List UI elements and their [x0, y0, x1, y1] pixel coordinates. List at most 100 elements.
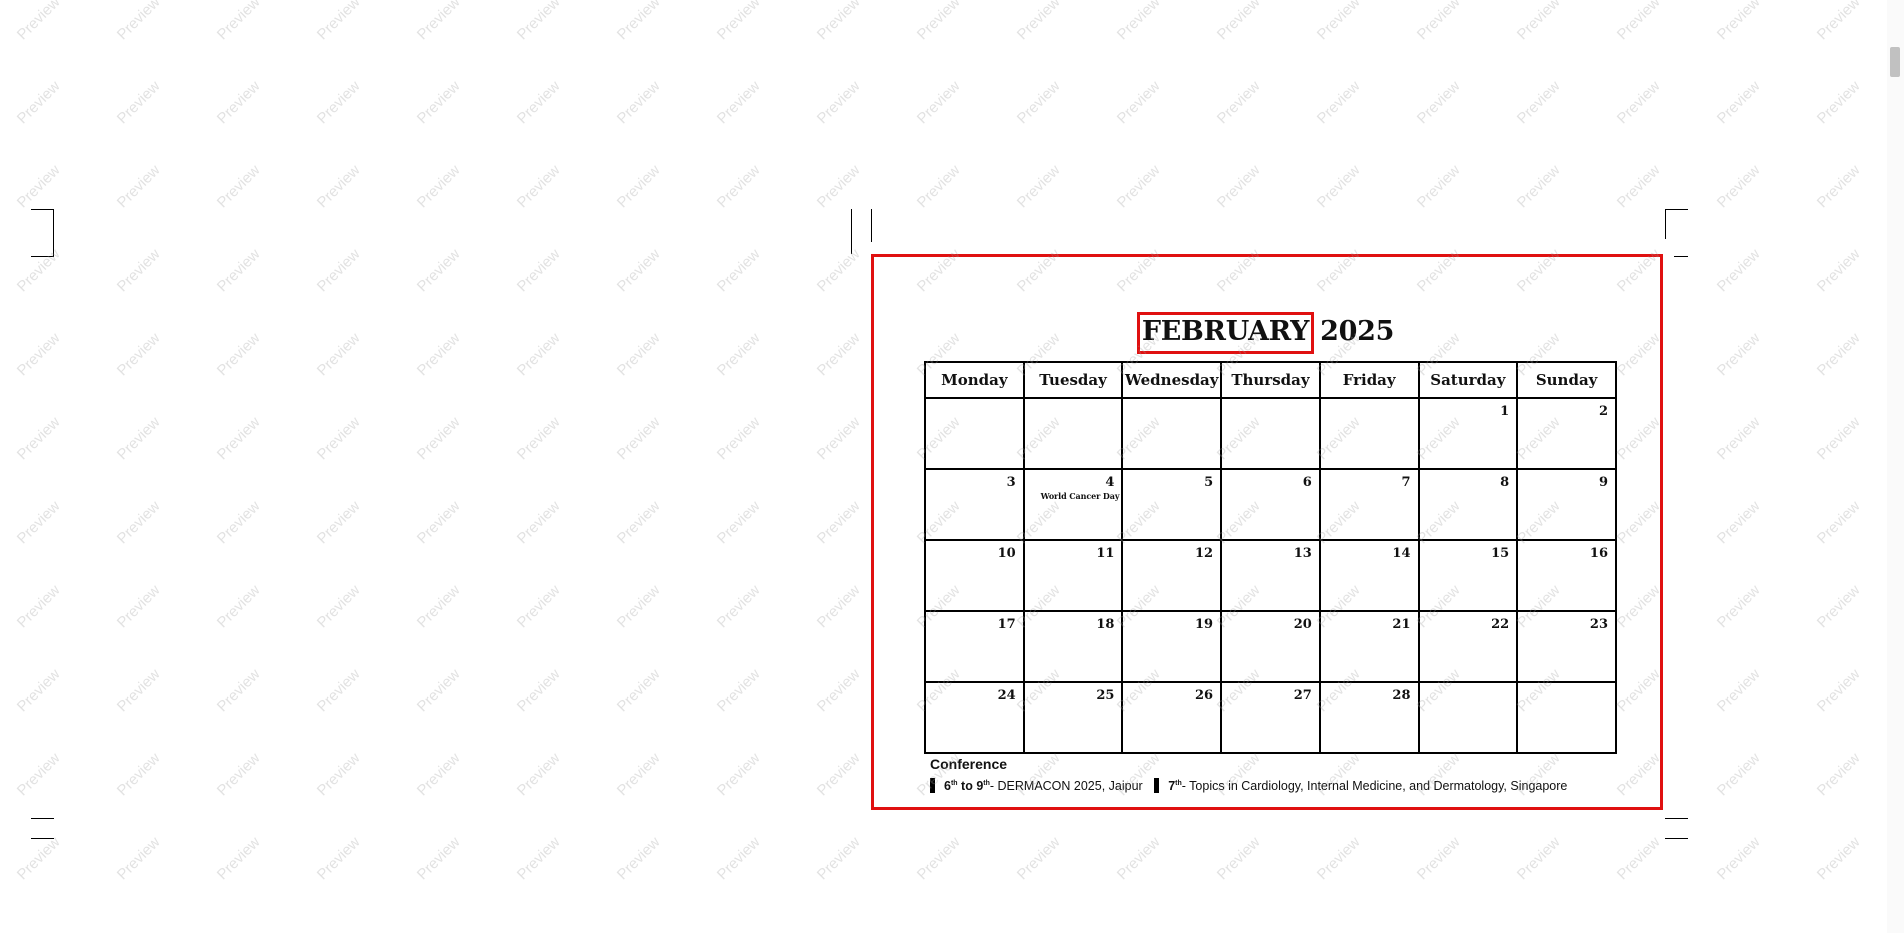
- crop-mark: [1665, 209, 1666, 239]
- calendar-empty-cell: [924, 397, 1025, 470]
- calendar-day-cell: 10: [924, 539, 1025, 612]
- bullet-bar: [930, 778, 935, 793]
- day-number: 28: [1392, 688, 1411, 703]
- calendar-day-cell: 1: [1417, 397, 1519, 470]
- day-number: 2: [1598, 404, 1608, 419]
- conference-heading: Conference: [930, 756, 1008, 772]
- calendar-day-cell: 23: [1516, 610, 1617, 683]
- calendar-week-row: 24 25 26 27 28: [924, 681, 1617, 754]
- scrollbar-thumb[interactable]: [1890, 47, 1900, 77]
- calendar-empty-cell: [1220, 397, 1321, 470]
- conference-item: 6th to 9th- DERMACON 2025, Jaipur: [930, 778, 1146, 793]
- crop-mark: [1665, 818, 1688, 819]
- calendar-body: 1 2 3 4 World Cancer Day 5 6 7 8 9 10 11 12 13 14 15 16 1…: [924, 397, 1617, 754]
- calendar-day-cell: 13: [1220, 539, 1321, 612]
- calendar-empty-cell: [1417, 681, 1519, 754]
- day-number: 24: [997, 688, 1016, 703]
- bullet-bar: [1154, 778, 1160, 793]
- conference-text: - DERMACON 2025, Jaipur: [989, 779, 1143, 793]
- weekday-header: Tuesday: [1022, 361, 1124, 399]
- calendar-day-cell: 28: [1318, 681, 1420, 754]
- day-number: 14: [1392, 546, 1411, 561]
- calendar-day-cell: 24: [924, 681, 1025, 754]
- day-number: 4: [1105, 475, 1115, 490]
- crop-mark: [1665, 209, 1688, 210]
- calendar-day-cell: 11: [1022, 539, 1124, 612]
- calendar-day-cell: 14: [1318, 539, 1420, 612]
- calendar-day-cell: 4 World Cancer Day: [1022, 468, 1124, 541]
- calendar-day-cell: 18: [1022, 610, 1124, 683]
- calendar-month: FEBRUARY: [1136, 312, 1315, 354]
- weekday-header: Thursday: [1220, 361, 1321, 399]
- calendar-title: FEBRUARY 2025: [874, 312, 1660, 354]
- crop-mark: [53, 233, 54, 257]
- day-number: 8: [1500, 475, 1510, 490]
- weekday-header: Friday: [1318, 361, 1420, 399]
- crop-mark: [31, 818, 54, 819]
- calendar-empty-cell: [1121, 397, 1223, 470]
- crop-mark: [53, 209, 54, 233]
- crop-mark: [31, 209, 54, 210]
- crop-mark: [31, 256, 54, 257]
- calendar-day-cell: 7: [1318, 468, 1420, 541]
- day-event-label: World Cancer Day: [1040, 491, 1120, 501]
- calendar-day-cell: 2: [1516, 397, 1617, 470]
- conference-date: 6th to 9th: [944, 779, 990, 793]
- conference-item: 7th- Topics in Cardiology, Internal Medi…: [1154, 778, 1568, 793]
- day-number: 11: [1096, 546, 1115, 561]
- day-number: 9: [1598, 475, 1608, 490]
- calendar-day-cell: 16: [1516, 539, 1617, 612]
- day-number: 18: [1096, 617, 1115, 632]
- vertical-scrollbar[interactable]: [1887, 0, 1904, 933]
- day-number: 6: [1302, 475, 1312, 490]
- day-number: 10: [997, 546, 1016, 561]
- day-number: 26: [1195, 688, 1214, 703]
- calendar-day-cell: 25: [1022, 681, 1124, 754]
- calendar-frame: FEBRUARY 2025 Monday Tuesday Wednesday T…: [871, 254, 1663, 810]
- calendar-day-cell: 9: [1516, 468, 1617, 541]
- crop-mark: [851, 209, 852, 254]
- conference-text: - Topics in Cardiology, Internal Medicin…: [1181, 779, 1568, 793]
- calendar-day-cell: 6: [1220, 468, 1321, 541]
- weekday-header-row: Monday Tuesday Wednesday Thursday Friday…: [924, 361, 1617, 399]
- conference-date: 7th: [1168, 779, 1182, 793]
- calendar-day-cell: 15: [1417, 539, 1519, 612]
- weekday-header: Monday: [924, 361, 1025, 399]
- day-number: 5: [1204, 475, 1214, 490]
- calendar-day-cell: 26: [1121, 681, 1223, 754]
- day-number: 20: [1293, 617, 1312, 632]
- day-number: 23: [1589, 617, 1608, 632]
- calendar-day-cell: 21: [1318, 610, 1420, 683]
- day-number: 17: [997, 617, 1016, 632]
- calendar-week-row: 12: [924, 397, 1617, 470]
- day-number: 16: [1589, 546, 1608, 561]
- day-number: 22: [1491, 617, 1510, 632]
- day-number: 27: [1293, 688, 1312, 703]
- crop-mark: [1665, 838, 1688, 839]
- crop-mark: [871, 209, 872, 242]
- calendar-day-cell: 19: [1121, 610, 1223, 683]
- calendar-day-cell: 12: [1121, 539, 1223, 612]
- day-number: 21: [1392, 617, 1411, 632]
- calendar-day-cell: 20: [1220, 610, 1321, 683]
- day-number: 12: [1195, 546, 1214, 561]
- conference-list: 6th to 9th- DERMACON 2025, Jaipur 7th- T…: [930, 778, 1575, 793]
- day-number: 3: [1006, 475, 1016, 490]
- day-number: 15: [1491, 546, 1510, 561]
- weekday-header: Saturday: [1417, 361, 1519, 399]
- day-number: 19: [1195, 617, 1214, 632]
- day-number: 25: [1096, 688, 1115, 703]
- day-number: 1: [1500, 404, 1510, 419]
- calendar-day-cell: 22: [1417, 610, 1519, 683]
- calendar-year: 2025: [1320, 316, 1395, 347]
- day-number: 13: [1293, 546, 1312, 561]
- calendar-week-row: 17 18 19 20 21 22 23: [924, 610, 1617, 683]
- calendar-grid: Monday Tuesday Wednesday Thursday Friday…: [924, 361, 1617, 754]
- calendar-day-cell: 3: [924, 468, 1025, 541]
- calendar-week-row: 3 4 World Cancer Day 5 6 7 8 9: [924, 468, 1617, 541]
- calendar-empty-cell: [1516, 681, 1617, 754]
- day-number: 7: [1401, 475, 1411, 490]
- calendar-day-cell: 5: [1121, 468, 1223, 541]
- weekday-header: Wednesday: [1121, 361, 1223, 399]
- weekday-header: Sunday: [1516, 361, 1617, 399]
